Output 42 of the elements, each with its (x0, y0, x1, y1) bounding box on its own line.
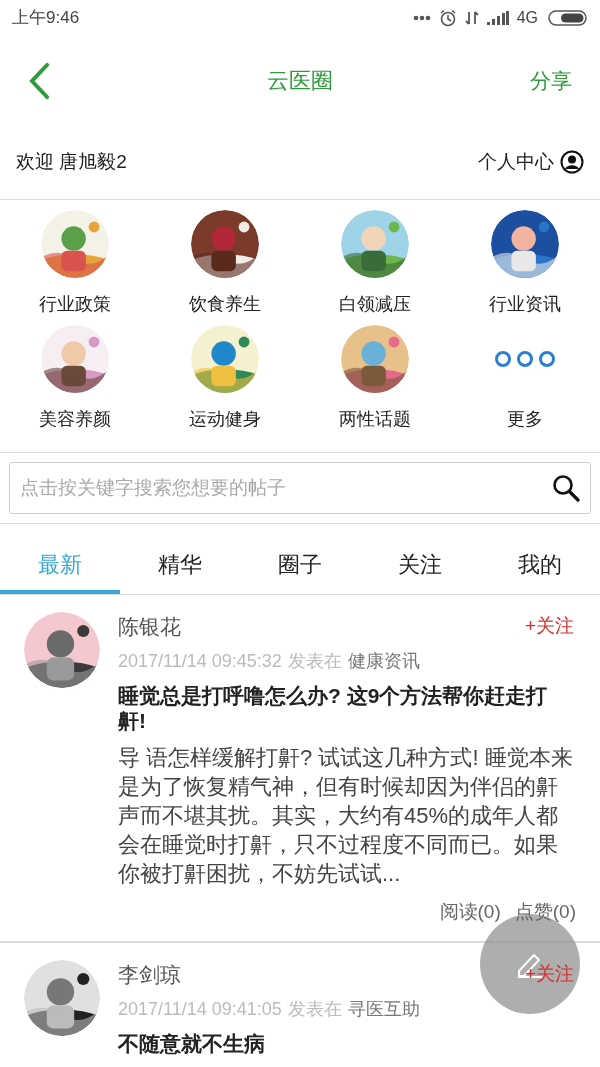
posted-in-label: 发表在 (287, 650, 342, 673)
follow-button[interactable]: +关注 (524, 612, 574, 641)
author-name: 陈银花 (118, 614, 181, 640)
post-title[interactable]: 睡觉总是打呼噜怎么办? 这9个方法帮你赶走打鼾! (118, 683, 576, 733)
category-item[interactable]: 饮食养生 (150, 208, 300, 323)
like-button[interactable]: 点赞(0) (514, 898, 576, 927)
category-item[interactable]: 白领减压 (300, 208, 450, 323)
search-icon[interactable] (552, 474, 580, 502)
signal-icon (486, 11, 509, 25)
tab[interactable]: 精华 (120, 539, 240, 594)
search-field[interactable]: 点击按关键字搜索您想要的帖子 (9, 462, 591, 514)
post-title[interactable]: 不随意就不生病 (118, 1030, 576, 1056)
category-item[interactable]: 更多 (450, 323, 600, 438)
user-icon (560, 150, 584, 174)
category-item[interactable]: 运动健身 (150, 323, 300, 438)
board-link[interactable]: 健康资讯 (347, 648, 420, 675)
status-time: 上午9:46 (12, 7, 80, 30)
page-title: 云医圈 (267, 67, 333, 95)
board-link[interactable]: 寻医互助 (347, 995, 420, 1023)
more-icon (494, 350, 556, 368)
post-time: 2017/11/14 09:41:05 (118, 997, 282, 1021)
battery-icon (548, 10, 588, 26)
profile-center-link[interactable]: 个人中心 (478, 147, 584, 177)
category-item[interactable]: 行业政策 (0, 208, 150, 323)
data-transfer-icon (464, 10, 479, 26)
author-name: 李剑琼 (118, 961, 181, 988)
tab[interactable]: 关注 (360, 539, 480, 594)
alarm-icon (438, 9, 457, 27)
category-item[interactable]: 美容养颜 (0, 323, 150, 438)
network-type: 4G (516, 8, 538, 28)
more-dots-icon (412, 15, 431, 21)
tab[interactable]: 我的 (480, 539, 600, 594)
post-excerpt: 导 语怎样缓解打鼾? 试试这几种方式! 睡觉本来是为了恢复精气神，但有时候却因为伴侣的鼾声而不堪其扰。其实，大约有45%的成年人都会在睡觉时打鼾，只不过程度不同而已。如果你被打鼾困扰，不妨先试试... (118, 744, 574, 888)
share-button[interactable]: 分享 (530, 64, 572, 97)
posted-in-label: 发表在 (287, 997, 342, 1021)
tab[interactable]: 圈子 (240, 539, 360, 594)
category-item[interactable]: 两性话题 (300, 323, 450, 438)
read-count: 阅读(0) (439, 900, 501, 924)
search-input[interactable]: 点击按关键字搜索您想要的帖子 (20, 473, 552, 503)
post-time: 2017/11/14 09:45:32 (118, 650, 282, 673)
welcome-text: 欢迎 唐旭毅2 (16, 149, 127, 174)
category-item[interactable]: 行业资讯 (450, 208, 600, 323)
